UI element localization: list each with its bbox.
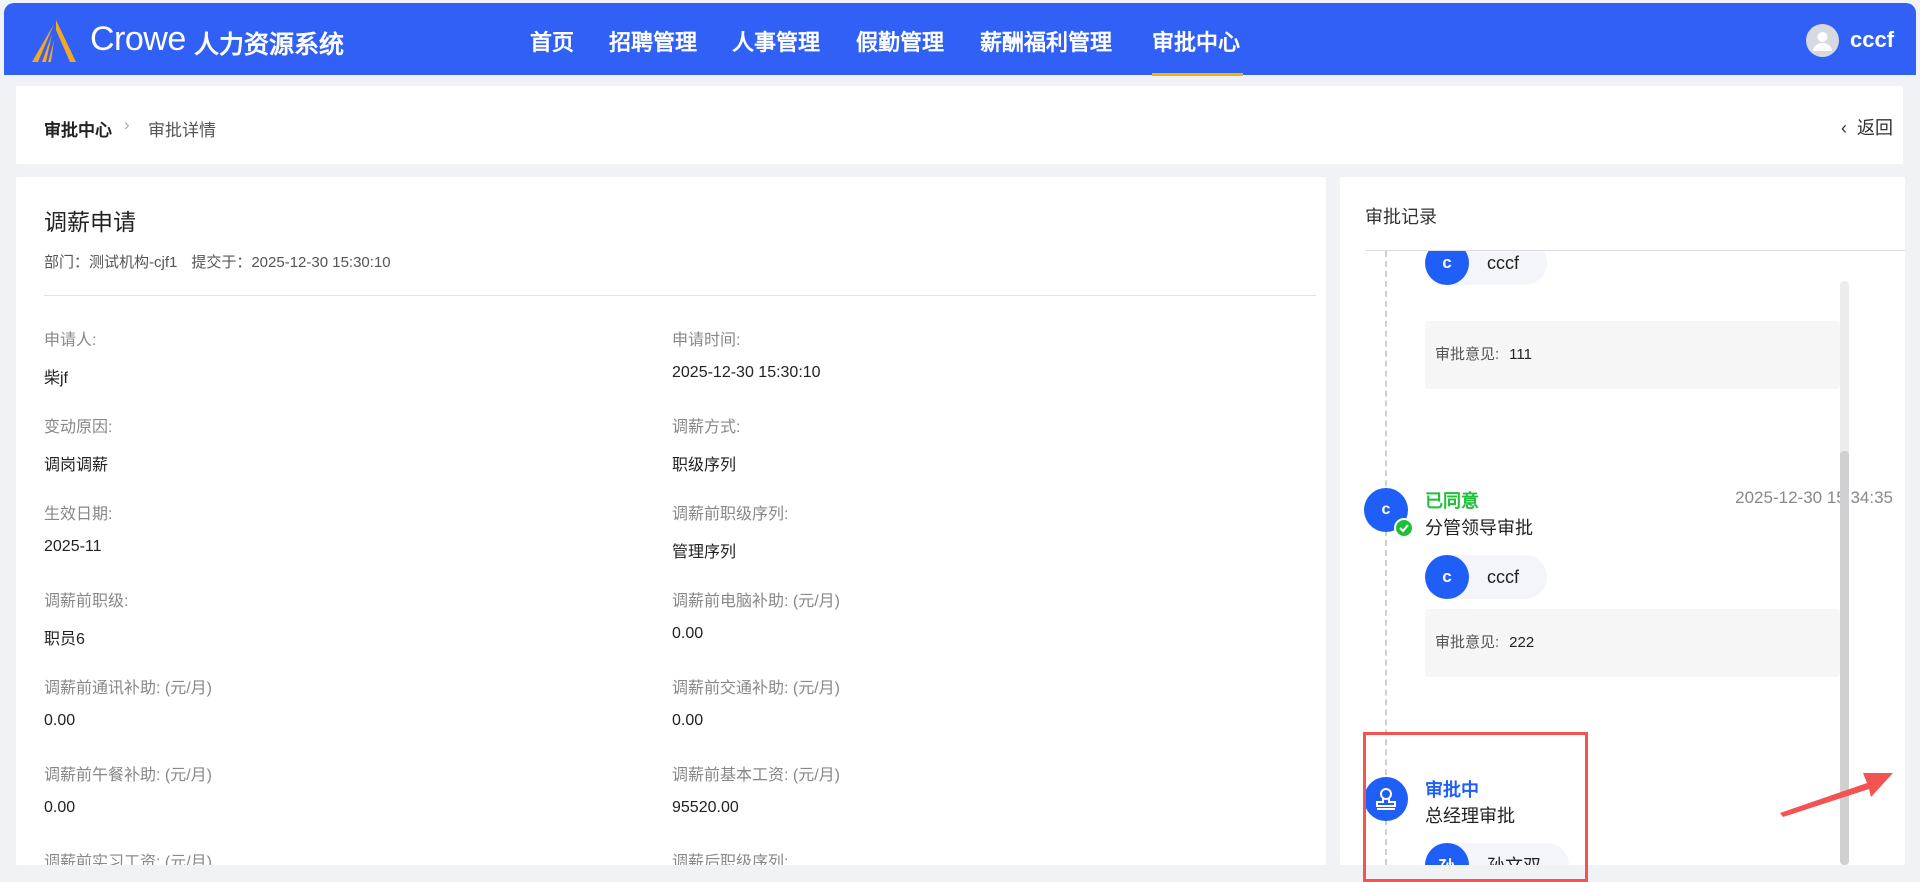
field-label: 调薪前通讯补助: (元/月) [44, 680, 212, 697]
approver-chip: c cccf [1425, 555, 1548, 599]
status-badge: 已同意 [1425, 491, 1479, 511]
breadcrumb-bar: 审批中心 › 审批详情 ‹ 返回 [16, 86, 1903, 164]
field-value: 职员6 [44, 631, 85, 648]
crowe-logo-icon [32, 20, 76, 62]
timestamp: 2025-12-30 15:34:35 [1735, 488, 1893, 507]
department: 部门：测试机构-cjf1 [44, 254, 178, 271]
field-label: 申请人: [44, 332, 97, 349]
approver-name: cccf [1487, 566, 1520, 587]
opinion-label: 审批意见: [1435, 346, 1500, 363]
chevron-left-icon: ‹ [1841, 118, 1847, 138]
back-button[interactable]: ‹ 返回 [1841, 114, 1893, 140]
application-detail-panel: 调薪申请 部门：测试机构-cjf1 提交于：2025-12-30 15:30:10… [16, 177, 1326, 865]
user-avatar-icon[interactable] [1806, 24, 1839, 57]
avatar: c [1425, 251, 1469, 285]
field-label: 调薪后职级序列: [672, 854, 789, 865]
field-value: 2025-12-30 15:30:10 [672, 364, 821, 381]
approver-name: cccf [1487, 252, 1520, 273]
field-value: 95520.00 [672, 799, 739, 816]
brand-name: Crowe [90, 20, 186, 58]
opinion-box: 审批意见: 222 [1425, 609, 1840, 677]
application-meta: 部门：测试机构-cjf1 提交于：2025-12-30 15:30:10 [44, 251, 405, 272]
chevron-right-icon: › [124, 115, 130, 134]
nav-attendance[interactable]: 假勤管理 [856, 25, 944, 57]
field-value: 调岗调薪 [44, 457, 109, 474]
opinion-value: 222 [1509, 634, 1535, 651]
field-label: 调薪前职级序列: [672, 506, 789, 523]
field-value: 2025-11 [44, 538, 102, 555]
field-label: 生效日期: [44, 506, 113, 523]
field-value: 0.00 [44, 712, 76, 729]
user-name[interactable]: cccf [1850, 27, 1894, 53]
highlight-annotation [1363, 732, 1588, 882]
breadcrumb-root[interactable]: 审批中心 [44, 116, 112, 141]
field-value: 0.00 [44, 799, 76, 816]
field-value: 管理序列 [672, 544, 737, 561]
divider [44, 295, 1316, 296]
nav-approval-center[interactable]: 审批中心 [1152, 25, 1240, 57]
step-name: 分管领导审批 [1425, 518, 1533, 538]
field-label: 调薪方式: [672, 419, 741, 436]
opinion-label: 审批意见: [1435, 634, 1500, 651]
field-label: 调薪前职级: [44, 593, 129, 610]
records-title: 审批记录 [1365, 207, 1437, 227]
check-icon [1394, 518, 1414, 538]
nav-recruitment[interactable]: 招聘管理 [609, 25, 697, 57]
page-title: 调薪申请 [44, 209, 136, 235]
top-nav-bar: Crowe 人力资源系统 首页 招聘管理 人事管理 假勤管理 薪酬福利管理 审批… [4, 3, 1916, 76]
nav-payroll[interactable]: 薪酬福利管理 [980, 25, 1112, 57]
system-title: 人力资源系统 [194, 31, 345, 59]
nav-personnel[interactable]: 人事管理 [732, 25, 820, 57]
field-label: 申请时间: [672, 332, 741, 349]
field-label: 调薪前基本工资: (元/月) [672, 767, 840, 784]
approver-chip: c cccf [1425, 251, 1548, 285]
avatar: c [1425, 555, 1469, 599]
field-label: 调薪前实习工资: (元/月) [44, 854, 212, 865]
field-value: 柴jf [44, 370, 69, 387]
field-label: 调薪前午餐补助: (元/月) [44, 767, 212, 784]
breadcrumb-current: 审批详情 [148, 121, 216, 140]
back-label: 返回 [1857, 118, 1893, 138]
field-value: 职级序列 [672, 457, 737, 474]
field-label: 调薪前交通补助: (元/月) [672, 680, 840, 697]
field-value: 0.00 [672, 625, 704, 642]
opinion-box: 审批意见: 111 [1425, 321, 1840, 389]
nav-home[interactable]: 首页 [530, 25, 574, 57]
field-label: 变动原因: [44, 419, 113, 436]
active-nav-indicator [1152, 73, 1243, 76]
arrow-annotation-icon [1780, 773, 1893, 817]
field-label: 调薪前电脑补助: (元/月) [672, 593, 840, 610]
opinion-value: 111 [1509, 346, 1532, 363]
submitted-time: 提交于：2025-12-30 15:30:10 [191, 254, 391, 271]
field-value: 0.00 [672, 712, 704, 729]
